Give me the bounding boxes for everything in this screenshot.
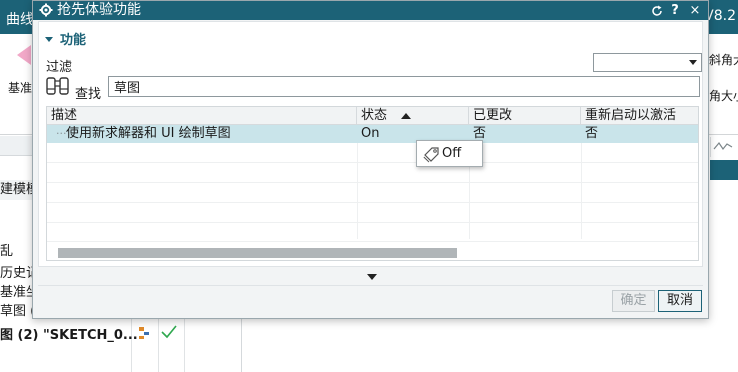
grid-line — [47, 202, 698, 203]
ok-button[interactable]: 确定 — [612, 290, 655, 312]
column-header-state-label: 状态 — [361, 108, 388, 123]
nav-row-label: 乱 — [0, 244, 14, 259]
grid-line — [47, 162, 698, 163]
column-header-restart[interactable]: 重新启动以激活 — [581, 107, 698, 125]
find-label: 查找 — [75, 87, 102, 102]
features-table: 描述 状态 已更改 重新启动以激活 ··· 使用新求解器和 UI 绘制草图 On… — [46, 106, 699, 261]
dialog-title: 抢先体验功能 — [57, 2, 141, 18]
expand-more-icon[interactable] — [367, 274, 377, 280]
column-header-changed[interactable]: 已更改 — [469, 107, 581, 125]
grid-line — [581, 143, 582, 239]
check-icon — [160, 324, 178, 343]
ribbon-shape-icon[interactable] — [17, 45, 31, 65]
grid-line — [47, 222, 698, 223]
sketch-status-icon — [138, 326, 150, 340]
section-header-features[interactable]: 功能 — [45, 29, 86, 48]
column-header-state[interactable]: 状态 — [357, 107, 469, 125]
curve-tool-icon[interactable] — [710, 137, 738, 157]
reset-button[interactable] — [650, 2, 664, 19]
table-row[interactable]: ··· 使用新求解器和 UI 绘制草图 On 否 否 — [47, 125, 698, 143]
tag-icon — [423, 146, 441, 166]
filter-label: 过滤 — [46, 60, 73, 75]
cancel-button[interactable]: 取消 — [658, 290, 702, 312]
ribbon-label-left: 基准 — [8, 81, 33, 95]
refresh-icon — [652, 5, 662, 16]
find-input[interactable] — [108, 76, 700, 97]
sort-ascending-icon — [401, 113, 411, 119]
column-header-description[interactable]: 描述 — [47, 107, 357, 125]
cell-restart: 否 — [585, 126, 599, 141]
filter-select[interactable] — [593, 53, 702, 72]
ribbon-label-right-1: 斜角大 — [709, 53, 738, 67]
scrollbar-thumb[interactable] — [58, 248, 457, 258]
dialog-body: 功能 过滤 查找 描述 状态 已更改 重新启动以激活 — [38, 21, 703, 267]
ribbon-label-right-2: 角大小 — [709, 89, 738, 103]
collapse-caret-icon — [45, 37, 53, 42]
footer-separator — [38, 285, 703, 286]
option-off[interactable]: Off — [442, 146, 461, 161]
app-title-left: 曲线 — [6, 12, 34, 28]
cell-state[interactable]: On — [361, 125, 379, 143]
help-button[interactable]: ? — [668, 2, 682, 19]
horizontal-scrollbar[interactable] — [47, 241, 698, 260]
section-title: 功能 — [60, 33, 87, 48]
sketch-row-label: 图 (2) "SKETCH_0... — [0, 328, 138, 343]
early-access-dialog: 抢先体验功能 ? × 功能 过滤 查找 草图 描述 状态 已更改 重新启动以激活… — [32, 0, 709, 319]
tree-branch-icon: ··· — [56, 127, 67, 140]
grid-line — [47, 182, 698, 183]
gear-icon — [39, 3, 53, 20]
state-dropdown-list: Off — [416, 140, 483, 167]
grid-line — [357, 143, 358, 239]
cell-description: 使用新求解器和 UI 绘制草图 — [66, 126, 231, 141]
chevron-down-icon — [689, 60, 697, 65]
binoculars-icon — [45, 74, 73, 101]
dialog-titlebar[interactable]: 抢先体验功能 ? × — [33, 1, 708, 20]
nav-row-sketch[interactable]: 图 (2) "SKETCH_0... — [0, 322, 240, 344]
close-button[interactable]: × — [687, 2, 703, 19]
graphics-window-band — [710, 160, 738, 180]
resource-bar-strip — [0, 136, 36, 156]
